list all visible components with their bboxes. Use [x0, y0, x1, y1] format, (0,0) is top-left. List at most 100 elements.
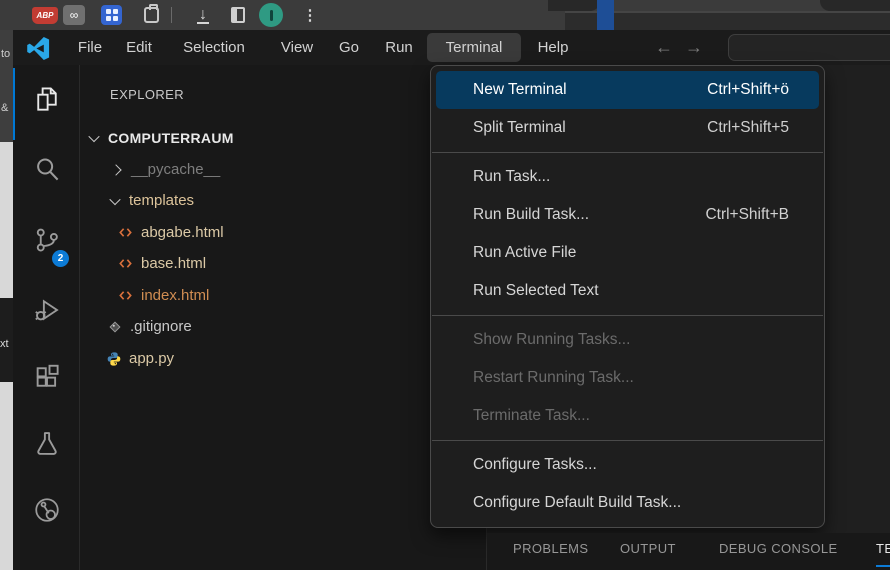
- menuitem-label: Terminate Task...: [473, 407, 590, 425]
- file-label: app.py: [129, 350, 174, 367]
- menuitem-configure-default-build-task[interactable]: Configure Default Build Task...: [431, 484, 824, 522]
- browser-tab-curve-left: [548, 0, 600, 11]
- active-view-indicator: [13, 68, 15, 140]
- command-center-searchbox[interactable]: [728, 34, 890, 61]
- profile-icon[interactable]: [259, 3, 283, 27]
- html-file-icon: [117, 225, 134, 240]
- screen: ABP ∞ ↓ ⋮ to & xt File Edit Selection Vi…: [0, 0, 890, 570]
- chevron-down-icon: [109, 193, 120, 204]
- background-text-fragment: to: [1, 48, 10, 60]
- menuitem-shortcut: Ctrl+Shift+5: [707, 119, 789, 137]
- menu-edit[interactable]: Edit: [116, 33, 162, 62]
- extensions-icon[interactable]: [31, 361, 63, 393]
- git-file-icon: [107, 319, 123, 335]
- menu-terminal[interactable]: Terminal: [427, 33, 521, 62]
- background-window-dark-block: xt: [0, 298, 13, 382]
- tab-output[interactable]: OUTPUT: [620, 541, 676, 556]
- tree-file-abgabe[interactable]: abgabe.html: [80, 217, 486, 248]
- file-label: index.html: [141, 287, 209, 304]
- tab-problems[interactable]: PROBLEMS: [513, 541, 588, 556]
- menuitem-label: New Terminal: [473, 81, 567, 99]
- menu-separator: [432, 440, 823, 441]
- tab-debug-console[interactable]: DEBUG CONSOLE: [719, 541, 838, 556]
- terminal-dropdown-menu: New Terminal Ctrl+Shift+ö Split Terminal…: [430, 65, 825, 528]
- tree-file-base[interactable]: base.html: [80, 248, 486, 279]
- tree-file-apppy[interactable]: app.py: [80, 343, 486, 374]
- chevron-right-icon: [110, 164, 121, 175]
- chevron-down-icon: [88, 130, 99, 141]
- menuitem-label: Configure Default Build Task...: [473, 494, 681, 512]
- download-icon[interactable]: ↓: [192, 5, 214, 25]
- background-browser-toolbar: ABP ∞ ↓ ⋮: [0, 0, 890, 30]
- menu-help[interactable]: Help: [527, 33, 579, 62]
- menuitem-label: Run Selected Text: [473, 282, 599, 300]
- menu-selection[interactable]: Selection: [168, 33, 260, 62]
- background-text-fragment: xt: [0, 338, 9, 350]
- search-icon[interactable]: [31, 153, 63, 185]
- extension-icon[interactable]: ∞: [63, 5, 85, 25]
- menuitem-label: Show Running Tasks...: [473, 331, 630, 349]
- tree-root-computerraum[interactable]: COMPUTERRAUM: [80, 122, 486, 153]
- html-file-icon: [117, 256, 134, 271]
- menuitem-label: Split Terminal: [473, 119, 566, 137]
- file-label: abgabe.html: [141, 224, 224, 241]
- tree-folder-pycache[interactable]: __pycache__: [80, 154, 486, 185]
- menuitem-configure-tasks[interactable]: Configure Tasks...: [431, 446, 824, 484]
- explorer-header: EXPLORER: [110, 87, 184, 102]
- menuitem-shortcut: Ctrl+Shift+B: [705, 206, 789, 224]
- testing-flask-icon[interactable]: [31, 427, 63, 459]
- browser-active-tab-mark: [597, 0, 614, 30]
- active-tab-underline: [876, 565, 890, 567]
- html-file-icon: [117, 288, 134, 303]
- menuitem-label: Run Active File: [473, 244, 576, 262]
- menu-go[interactable]: Go: [330, 33, 368, 62]
- menuitem-new-terminal[interactable]: New Terminal Ctrl+Shift+ö: [436, 71, 819, 109]
- menuitem-label: Configure Tasks...: [473, 456, 597, 474]
- menuitem-run-active-file[interactable]: Run Active File: [431, 234, 824, 272]
- tab-terminal[interactable]: TE: [876, 541, 890, 556]
- nav-back-icon[interactable]: ←: [655, 33, 673, 62]
- menu-run[interactable]: Run: [374, 33, 424, 62]
- run-debug-icon[interactable]: [31, 294, 63, 326]
- adblock-icon[interactable]: ABP: [32, 7, 58, 24]
- dot-grid: [106, 9, 118, 21]
- tree-folder-templates[interactable]: templates: [80, 185, 486, 216]
- browser-tab-curve-right: [820, 0, 890, 11]
- menu-file[interactable]: File: [68, 33, 112, 62]
- menuitem-restart-running-task: Restart Running Task...: [431, 359, 824, 397]
- menuitem-terminate-task: Terminate Task...: [431, 397, 824, 435]
- folder-label: templates: [129, 192, 194, 209]
- nav-forward-icon[interactable]: →: [685, 33, 703, 62]
- root-folder-label: COMPUTERRAUM: [108, 130, 234, 146]
- tree-file-index[interactable]: index.html: [80, 280, 486, 311]
- background-text-fragment: &: [1, 102, 8, 114]
- extension-icon[interactable]: [101, 5, 122, 25]
- menuitem-run-task[interactable]: Run Task...: [431, 158, 824, 196]
- menuitem-show-running-tasks: Show Running Tasks...: [431, 321, 824, 359]
- background-window-dark-block: to &: [0, 30, 13, 142]
- menu-separator: [432, 315, 823, 316]
- menuitem-label: Run Task...: [473, 168, 550, 186]
- menuitem-run-build-task[interactable]: Run Build Task... Ctrl+Shift+B: [431, 196, 824, 234]
- background-window-sliver: to & xt: [0, 30, 13, 570]
- menuitem-label: Restart Running Task...: [473, 369, 634, 387]
- explorer-icon[interactable]: [31, 83, 63, 115]
- menuitem-split-terminal[interactable]: Split Terminal Ctrl+Shift+5: [431, 109, 824, 147]
- menuitem-shortcut: Ctrl+Shift+ö: [707, 81, 789, 99]
- sidebar-toggle-icon[interactable]: [229, 5, 247, 25]
- vscode-logo-icon: [27, 37, 50, 60]
- menu-separator: [432, 152, 823, 153]
- tree-file-gitignore[interactable]: .gitignore: [80, 311, 486, 342]
- menu-view[interactable]: View: [270, 33, 324, 62]
- file-label: base.html: [141, 255, 206, 272]
- menuitem-run-selected-text[interactable]: Run Selected Text: [431, 272, 824, 310]
- clipboard-extension-icon[interactable]: [140, 5, 162, 25]
- python-file-icon: [106, 351, 122, 367]
- toolbar-divider: [171, 7, 172, 23]
- folder-label: __pycache__: [131, 161, 220, 178]
- menuitem-label: Run Build Task...: [473, 206, 589, 224]
- resource-inspector-icon[interactable]: [31, 494, 63, 526]
- source-control-badge: 2: [52, 250, 69, 267]
- file-label: .gitignore: [130, 318, 192, 335]
- overflow-menu-icon[interactable]: ⋮: [303, 5, 317, 25]
